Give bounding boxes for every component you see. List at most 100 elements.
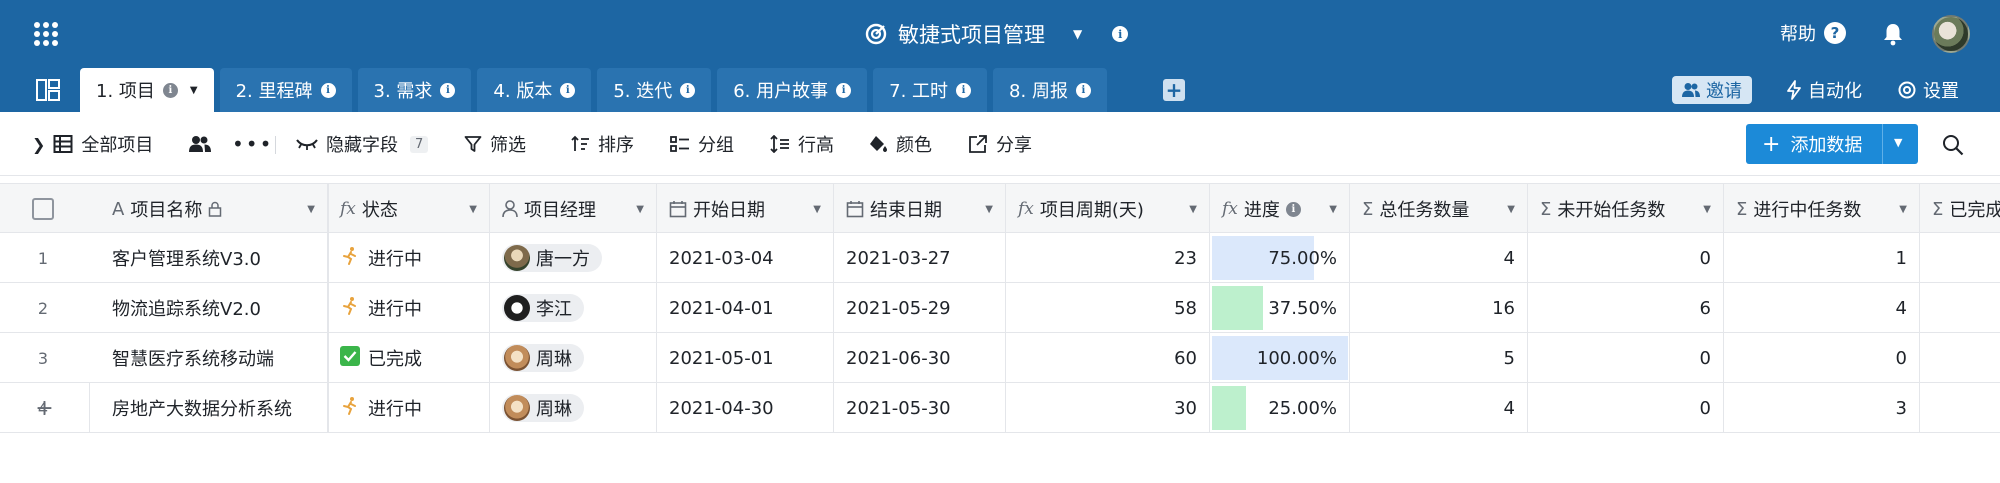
- add-row-button[interactable]: +: [0, 383, 90, 433]
- add-options-caret-icon[interactable]: ▼: [1894, 136, 1902, 149]
- cell-total-tasks[interactable]: 16: [1350, 283, 1528, 333]
- hide-fields-button[interactable]: 隐藏字段 7: [296, 132, 429, 156]
- column-header-progress[interactable]: fx 进度 i ▼: [1210, 184, 1350, 234]
- cell-completed[interactable]: [1920, 283, 2000, 333]
- cell-progress[interactable]: 75.00%: [1210, 233, 1350, 283]
- cell-manager[interactable]: 唐一方: [490, 233, 657, 283]
- tab-versions[interactable]: 4. 版本 i: [477, 68, 592, 112]
- cell-manager[interactable]: 周琳: [490, 333, 657, 383]
- column-info-icon[interactable]: i: [1285, 201, 1301, 217]
- cell-project-name[interactable]: 客户管理系统V3.0: [100, 233, 328, 283]
- tab-info-icon[interactable]: i: [320, 82, 336, 98]
- cell-start-date[interactable]: 2021-04-01: [657, 283, 834, 333]
- cell-project-name[interactable]: 物流追踪系统V2.0: [100, 283, 328, 333]
- tab-info-icon[interactable]: i: [162, 82, 178, 98]
- tab-menu-caret-icon[interactable]: ▼: [190, 85, 198, 96]
- column-menu-caret-icon[interactable]: ▼: [813, 204, 821, 215]
- cell-start-date[interactable]: 2021-03-04: [657, 233, 834, 283]
- column-menu-caret-icon[interactable]: ▼: [636, 204, 644, 215]
- cell-total-tasks[interactable]: 5: [1350, 333, 1528, 383]
- cell-not-started[interactable]: 6: [1528, 283, 1724, 333]
- cell-in-progress[interactable]: 0: [1724, 333, 1920, 383]
- cell-completed[interactable]: [1920, 333, 2000, 383]
- filter-button[interactable]: 筛选: [464, 132, 526, 156]
- automation-button[interactable]: 自动化: [1786, 76, 1862, 104]
- table-row[interactable]: 3 智慧医疗系统移动端 已完成 周琳 2021-05-01 2021-06-30 60 100…: [0, 333, 2000, 383]
- notification-bell-icon[interactable]: [1882, 22, 1904, 46]
- tab-milestones[interactable]: 2. 里程碑 i: [219, 68, 352, 112]
- tab-work-hours[interactable]: 7. 工时 i: [873, 68, 988, 112]
- column-header-end-date[interactable]: 结束日期 ▼: [834, 184, 1006, 234]
- table-row[interactable]: 1 客户管理系统V3.0 进行中 唐一方 2021-03-04 2021-03-27 23 7…: [0, 233, 2000, 283]
- cell-total-tasks[interactable]: 4: [1350, 233, 1528, 283]
- tab-info-icon[interactable]: i: [680, 82, 696, 98]
- cell-status[interactable]: 进行中: [328, 233, 490, 283]
- color-button[interactable]: 颜色: [868, 132, 932, 156]
- cell-not-started[interactable]: 0: [1528, 233, 1724, 283]
- tab-user-stories[interactable]: 6. 用户故事 i: [717, 68, 868, 112]
- group-button[interactable]: 分组: [670, 132, 734, 156]
- column-menu-caret-icon[interactable]: ▼: [985, 204, 993, 215]
- column-menu-caret-icon[interactable]: ▼: [1329, 204, 1337, 215]
- dashboard-icon[interactable]: [36, 79, 60, 101]
- column-header-duration[interactable]: fx 项目周期(天) ▼: [1006, 184, 1210, 234]
- column-header-manager[interactable]: 项目经理 ▼: [490, 184, 657, 234]
- column-header-status[interactable]: fx 状态 ▼: [328, 184, 490, 234]
- select-all-checkbox[interactable]: [32, 198, 54, 220]
- column-menu-caret-icon[interactable]: ▼: [1507, 204, 1515, 215]
- cell-in-progress[interactable]: 1: [1724, 233, 1920, 283]
- title-dropdown-icon[interactable]: ▼: [1073, 27, 1082, 41]
- column-menu-caret-icon[interactable]: ▼: [307, 204, 315, 215]
- search-icon[interactable]: [1942, 134, 1964, 156]
- cell-status[interactable]: 已完成: [328, 333, 490, 383]
- title-info-icon[interactable]: i: [1112, 26, 1129, 42]
- column-menu-caret-icon[interactable]: ▼: [469, 204, 477, 215]
- cell-duration[interactable]: 60: [1006, 333, 1210, 383]
- settings-button[interactable]: 设置: [1897, 76, 1959, 104]
- column-header-not-started[interactable]: Σ 未开始任务数 ▼: [1528, 184, 1724, 234]
- cell-end-date[interactable]: 2021-06-30: [834, 333, 1006, 383]
- cell-end-date[interactable]: 2021-03-27: [834, 233, 1006, 283]
- column-header-name[interactable]: A 项目名称 ▼: [100, 184, 328, 234]
- cell-manager[interactable]: 李江: [490, 283, 657, 333]
- add-table-icon[interactable]: +: [1163, 78, 1185, 102]
- tab-projects[interactable]: 1. 项目 i ▼: [80, 68, 214, 112]
- cell-duration[interactable]: 58: [1006, 283, 1210, 333]
- apps-grid-icon[interactable]: [34, 22, 58, 46]
- cell-end-date[interactable]: 2021-05-29: [834, 283, 1006, 333]
- cell-project-name[interactable]: 智慧医疗系统移动端: [100, 333, 328, 383]
- cell-completed[interactable]: [1920, 233, 2000, 283]
- tab-info-icon[interactable]: i: [440, 82, 456, 98]
- cell-not-started[interactable]: 0: [1528, 333, 1724, 383]
- row-height-button[interactable]: 行高: [770, 132, 834, 156]
- user-avatar[interactable]: [1932, 15, 1970, 53]
- column-menu-caret-icon[interactable]: ▼: [1703, 204, 1711, 215]
- table-row[interactable]: 2 物流追踪系统V2.0 进行中 李江 2021-04-01 2021-05-29 58 37…: [0, 283, 2000, 333]
- expand-chevron-icon[interactable]: ❯: [32, 135, 45, 154]
- tab-info-icon[interactable]: i: [836, 82, 852, 98]
- help-button[interactable]: 帮助 ?: [1780, 20, 1846, 46]
- cell-status[interactable]: 进行中: [328, 283, 490, 333]
- share-button[interactable]: 分享: [968, 132, 1032, 156]
- invite-button[interactable]: 邀请: [1672, 76, 1752, 104]
- column-header-in-progress[interactable]: Σ 进行中任务数 ▼: [1724, 184, 1920, 234]
- tab-iterations[interactable]: 5. 迭代 i: [597, 68, 712, 112]
- more-options-icon[interactable]: •••: [232, 132, 273, 156]
- cell-in-progress[interactable]: 4: [1724, 283, 1920, 333]
- cell-progress[interactable]: 100.00%: [1210, 333, 1350, 383]
- collaborators-icon[interactable]: [188, 132, 212, 156]
- cell-progress[interactable]: 37.50%: [1210, 283, 1350, 333]
- tab-info-icon[interactable]: i: [560, 82, 576, 98]
- tab-info-icon[interactable]: i: [956, 82, 972, 98]
- column-header-completed[interactable]: Σ 已完成: [1920, 184, 2000, 234]
- cell-start-date[interactable]: 2021-05-01: [657, 333, 834, 383]
- column-header-start-date[interactable]: 开始日期 ▼: [657, 184, 834, 234]
- column-header-total-tasks[interactable]: Σ 总任务数量 ▼: [1350, 184, 1528, 234]
- tab-weekly-reports[interactable]: 8. 周报 i: [993, 68, 1107, 112]
- add-record-button[interactable]: + 添加数据 ▼: [1746, 124, 1918, 164]
- sort-button[interactable]: 排序: [570, 132, 634, 156]
- column-menu-caret-icon[interactable]: ▼: [1189, 204, 1197, 215]
- tab-requirements[interactable]: 3. 需求 i: [357, 68, 472, 112]
- view-selector[interactable]: ❯ 全部项目: [32, 132, 153, 157]
- column-menu-caret-icon[interactable]: ▼: [1899, 204, 1907, 215]
